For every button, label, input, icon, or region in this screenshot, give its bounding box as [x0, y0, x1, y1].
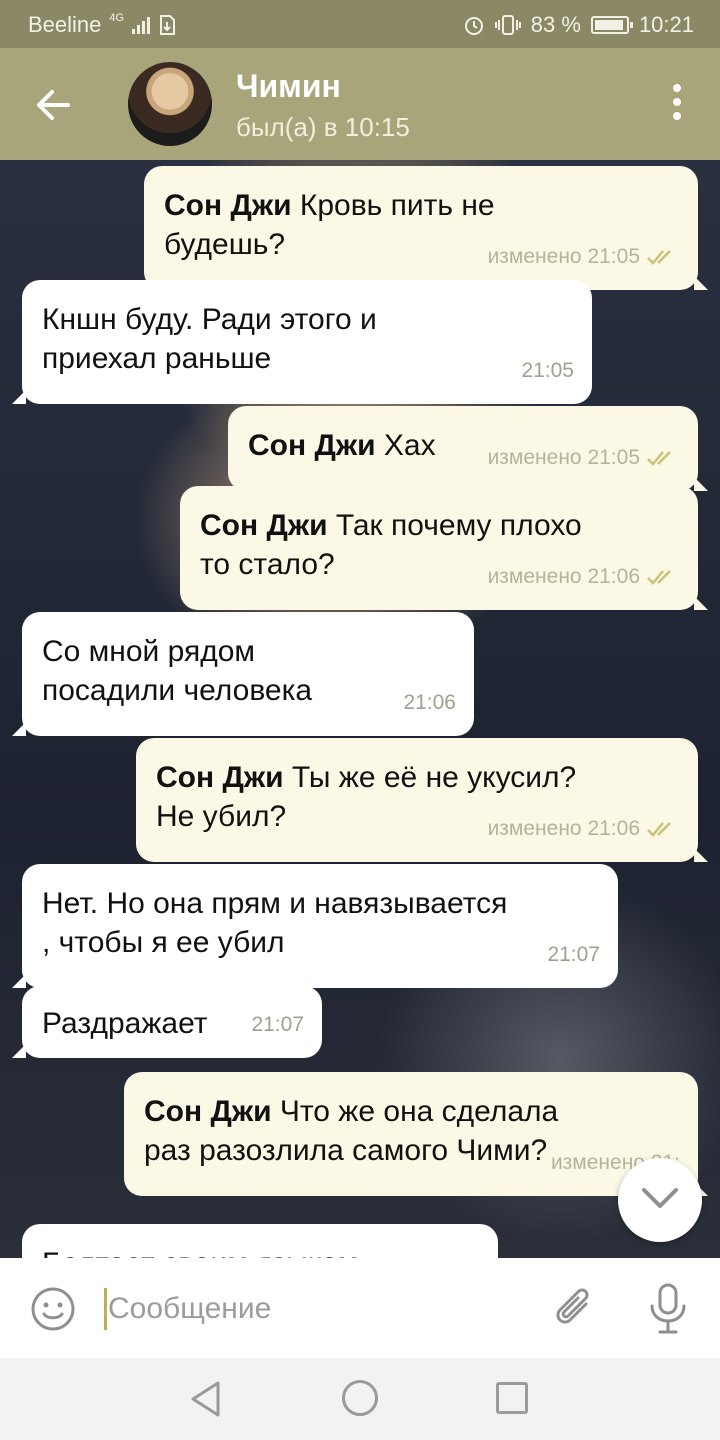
message-bubble-incoming[interactable]: Кншн буду. Ради этого и приехал раньше 2…	[12, 280, 592, 404]
message-time: 21:06	[403, 691, 456, 714]
message-bubble-outgoing[interactable]: Сон Джи Хах изменено 21:05	[228, 406, 708, 491]
message-meta: изменено 21:05	[488, 237, 680, 276]
message-time: 21:05	[521, 359, 574, 382]
message-sender: Сон Джи	[156, 761, 284, 794]
message-bubble-outgoing[interactable]: Сон Джи Так почему плохо то стало? измен…	[180, 486, 708, 610]
message-time: изменено 21:05	[487, 245, 640, 268]
battery-icon	[590, 16, 633, 34]
signal-icon	[132, 16, 151, 34]
message-time: 21:07	[547, 943, 600, 966]
message-time: 21:07	[251, 1013, 304, 1036]
arrow-left-icon[interactable]	[30, 82, 76, 128]
message-time: изменено 21:06	[487, 817, 640, 840]
message-time: изменено 21:06	[487, 565, 640, 588]
message-sender: Сон Джи	[248, 429, 376, 462]
message-meta: 21:07	[547, 935, 600, 974]
message-bubble-outgoing[interactable]: Сон Джи Что же она сделала раз разозлила…	[124, 1072, 708, 1196]
message-input[interactable]: Сообщение	[108, 1292, 271, 1326]
clock: 10:21	[638, 12, 694, 37]
message-bubble-outgoing[interactable]: Сон Джи Кровь пить не будешь? изменено 2…	[144, 166, 708, 290]
nav-back-icon[interactable]	[188, 1380, 224, 1418]
vibrate-icon	[494, 15, 521, 35]
message-text: Болтает своим языком	[42, 1247, 358, 1258]
more-vertical-icon[interactable]	[672, 84, 682, 124]
message-time: изменено 21:05	[487, 446, 640, 469]
status-bar: Beeline 4G 83 % 10:21	[0, 0, 720, 48]
message-bubble-incoming[interactable]: Нет. Но она прям и навязывается , чтобы …	[12, 864, 618, 988]
avatar[interactable]	[128, 62, 212, 146]
message-bubble-incoming[interactable]: Болтает своим языком	[22, 1224, 498, 1258]
double-check-icon	[647, 249, 671, 265]
smiley-icon[interactable]	[30, 1286, 76, 1332]
paperclip-icon[interactable]	[552, 1284, 598, 1334]
message-text: Хах	[383, 429, 436, 462]
message-text: Нет. Но она прям и навязывается , чтобы …	[42, 887, 508, 959]
double-check-icon	[647, 569, 671, 585]
sim-icon	[160, 15, 176, 35]
nav-home-icon[interactable]	[342, 1380, 378, 1416]
status-left: Beeline 4G	[28, 12, 176, 38]
message-text: Кншн буду. Ради этого и приехал раньше	[42, 303, 377, 375]
message-sender: Сон Джи	[144, 1095, 272, 1128]
message-text: Со мной рядом посадили человека	[42, 635, 313, 707]
status-right: 83 % 10:21	[463, 12, 694, 38]
composer: Сообщение	[0, 1258, 720, 1358]
message-text: Раздражает	[42, 1007, 208, 1040]
message-meta: 21:07	[251, 1005, 304, 1044]
chevron-down-icon	[642, 1188, 678, 1208]
message-list[interactable]: Сон Джи Кровь пить не будешь? изменено 2…	[0, 160, 720, 1258]
carrier-name: Beeline	[28, 12, 102, 37]
system-nav-bar	[0, 1358, 720, 1440]
last-seen: был(а) в 10:15	[236, 112, 410, 142]
message-meta: изменено 21:06	[488, 557, 680, 596]
message-sender: Сон Джи	[164, 189, 292, 222]
message-bubble-incoming[interactable]: Со мной рядом посадили человека 21:06	[12, 612, 474, 736]
message-meta: 21:05	[521, 351, 574, 390]
message-bubble-outgoing[interactable]: Сон Джи Ты же её не укусил? Не убил? изм…	[136, 738, 708, 862]
network-type: 4G	[109, 12, 125, 24]
battery-level: 83 %	[530, 12, 581, 37]
double-check-icon	[647, 821, 671, 837]
message-meta: 21:06	[403, 683, 456, 722]
microphone-icon[interactable]	[646, 1282, 690, 1336]
scroll-down-button[interactable]	[618, 1158, 702, 1242]
double-check-icon	[647, 450, 671, 466]
message-sender: Сон Джи	[200, 509, 328, 542]
text-cursor	[104, 1288, 107, 1330]
message-bubble-incoming[interactable]: Раздражает 21:07	[12, 986, 322, 1058]
chat-header: Чимин был(а) в 10:15	[0, 48, 720, 160]
message-meta: изменено 21:06	[488, 809, 680, 848]
alarm-icon	[464, 17, 483, 35]
message-meta: изменено 21:05	[488, 438, 680, 477]
contact-name[interactable]: Чимин	[236, 68, 341, 105]
nav-recents-icon[interactable]	[496, 1382, 528, 1414]
